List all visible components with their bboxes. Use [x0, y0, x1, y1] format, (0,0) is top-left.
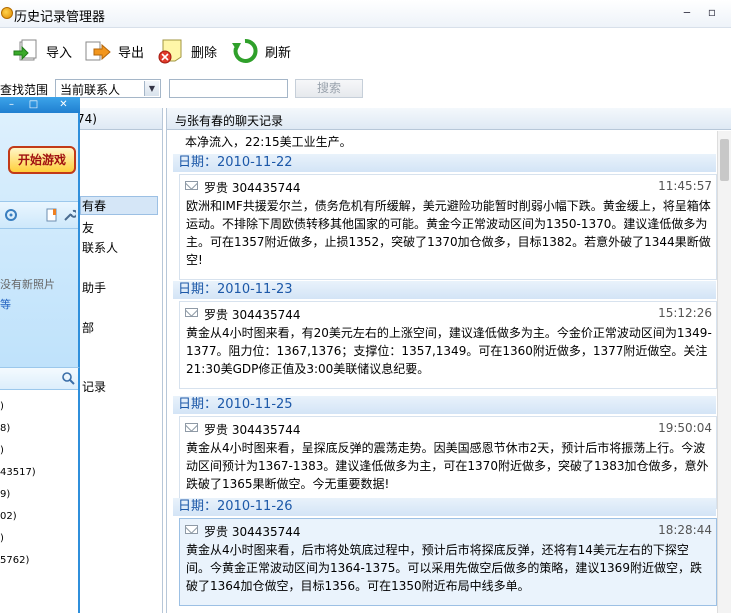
message-sender: 罗贵 304435744 — [204, 525, 301, 539]
qq-list-item[interactable]: 9) — [0, 489, 10, 500]
settings-icon[interactable] — [4, 208, 18, 222]
message-time: 19:50:04 — [658, 421, 712, 435]
delete-label: 删除 — [191, 45, 218, 61]
message-sender: 罗贵 304435744 — [204, 423, 301, 437]
search-scope-select[interactable]: 当前联系人 ▼ — [55, 79, 161, 98]
maximize-icon[interactable]: □ — [28, 99, 39, 110]
refresh-icon — [232, 39, 258, 63]
notes-icon[interactable] — [46, 208, 58, 222]
app-icon — [1, 7, 13, 19]
date-separator: 日期：2010-11-25 — [173, 396, 716, 414]
import-label: 导入 — [46, 45, 73, 61]
wrench-icon[interactable] — [63, 208, 76, 222]
qq-list-item[interactable]: 43517) — [0, 467, 36, 478]
chat-message[interactable]: 罗贵 304435744 19:50:04 黄金从4小时图来看，呈探底反弹的震荡… — [179, 416, 717, 509]
no-new-photo-text: 没有新照片 — [0, 278, 55, 291]
qq-window-body: 开始游戏 没有新照片 等 — [0, 113, 80, 367]
chat-message[interactable]: 罗贵 304435744 15:12:26 黄金从4小时图来看，有20美元左右的… — [179, 301, 717, 389]
qq-list-item[interactable]: 5762) — [0, 555, 29, 566]
window-title: 历史记录管理器 — [14, 10, 106, 25]
search-input[interactable] — [169, 79, 288, 98]
chat-scrollbar[interactable] — [717, 131, 731, 613]
refresh-button[interactable]: 刷新 — [231, 36, 291, 66]
search-button[interactable]: 搜索 — [295, 79, 363, 98]
qq-list-item[interactable]: ) — [0, 533, 4, 544]
envelope-icon — [185, 525, 198, 534]
message-time: 18:28:44 — [658, 523, 712, 537]
import-button[interactable]: 导入 — [12, 36, 72, 66]
message-time: 11:45:57 — [658, 179, 712, 193]
message-text: 黄金从4小时图来看，有20美元左右的上涨空间，建议逢低做多为主。今金价正常波动区… — [186, 326, 712, 376]
message-text-partial: 本净流入，22:15美工业生产。 — [185, 135, 352, 149]
search-row: 查找范围 当前联系人 ▼ 搜索 — [0, 76, 731, 102]
delete-icon — [158, 39, 182, 64]
envelope-icon — [185, 181, 198, 190]
export-icon — [85, 41, 111, 61]
export-button[interactable]: 导出 — [84, 36, 144, 66]
qq-search-bar[interactable] — [0, 368, 78, 390]
close-icon[interactable]: ✕ — [58, 99, 69, 110]
search-icon[interactable] — [62, 372, 75, 385]
maximize-button[interactable]: ▫ — [705, 5, 719, 19]
chat-message-selected[interactable]: 罗贵 304435744 18:28:44 黄金从4小时图来看，后市将处筑底过程… — [179, 518, 717, 606]
qq-list-item[interactable]: 02) — [0, 511, 17, 522]
chat-history-header: 与张有春的聊天记录 — [167, 108, 731, 130]
tree-item[interactable]: 友 — [82, 219, 94, 236]
message-text: 黄金从4小时图来看，后市将处筑底过程中，预计后市将探底反弹，还将有14美元左右的… — [186, 543, 702, 593]
chat-log[interactable]: 本净流入，22:15美工业生产。 日期：2010-11-22 罗贵 304435… — [167, 131, 718, 613]
tree-item[interactable]: 助手 — [82, 279, 106, 296]
date-separator: 日期：2010-11-23 — [173, 281, 716, 299]
search-scope-value: 当前联系人 — [60, 83, 121, 97]
chat-message[interactable]: 罗贵 304435744 11:45:57 欧洲和IMF共援爱尔兰，债务危机有所… — [179, 174, 717, 280]
qq-window-overlay: – □ ✕ 开始游戏 没有新照片 等 ) 8)) 43517) 9) 02) … — [0, 97, 80, 613]
message-text: 黄金从4小时图来看，呈探底反弹的震荡走势。因美国感恩节休市2天，预计后市将振荡上… — [186, 441, 709, 491]
envelope-icon — [185, 423, 198, 432]
refresh-label: 刷新 — [265, 45, 292, 61]
chat-history-title: 与张有春的聊天记录 — [175, 114, 284, 128]
minimize-button[interactable]: ‒ — [680, 5, 694, 19]
title-bar: 历史记录管理器 ‒ ▫ — [0, 0, 731, 28]
toolbar: 导入 导出 删除 刷新 — [0, 28, 731, 74]
envelope-icon — [185, 308, 198, 317]
qq-window-titlebar: – □ ✕ — [0, 97, 80, 113]
start-game-button[interactable]: 开始游戏 — [8, 146, 76, 174]
date-separator: 日期：2010-11-26 — [173, 498, 716, 516]
minimize-icon[interactable]: – — [6, 99, 17, 110]
message-text: 欧洲和IMF共援爱尔兰，债务危机有所缓解，美元避险功能暂时削弱小幅下跌。黄金缓上… — [186, 199, 711, 267]
qq-contact-list: ) 8) ) 43517) 9) 02) ) 5762) — [0, 367, 80, 613]
qq-link[interactable]: 等 — [0, 296, 11, 312]
chat-history-panel: 与张有春的聊天记录 本净流入，22:15美工业生产。 日期：2010-11-22… — [166, 108, 731, 613]
tree-item[interactable]: 联系人 — [82, 239, 118, 256]
tree-item[interactable]: 部 — [82, 319, 94, 336]
message-sender: 罗贵 304435744 — [204, 308, 301, 322]
qq-list-item[interactable]: 8) — [0, 423, 10, 434]
delete-button[interactable]: 删除 — [157, 36, 217, 66]
search-scope-label: 查找范围 — [0, 83, 49, 97]
message-sender: 罗贵 304435744 — [204, 181, 301, 195]
tree-item-selected[interactable]: 有春 — [80, 196, 158, 215]
import-icon — [13, 39, 37, 61]
qq-list-item[interactable]: ) — [0, 445, 4, 456]
chevron-down-icon[interactable]: ▼ — [144, 81, 159, 96]
message-time: 15:12:26 — [658, 306, 712, 320]
date-separator: 日期：2010-11-22 — [173, 154, 716, 172]
export-label: 导出 — [118, 45, 145, 61]
tree-item[interactable]: 记录 — [82, 378, 106, 395]
qq-icon-row — [0, 201, 78, 229]
scrollbar-thumb[interactable] — [720, 139, 729, 181]
qq-list-item[interactable]: ) — [0, 401, 4, 412]
